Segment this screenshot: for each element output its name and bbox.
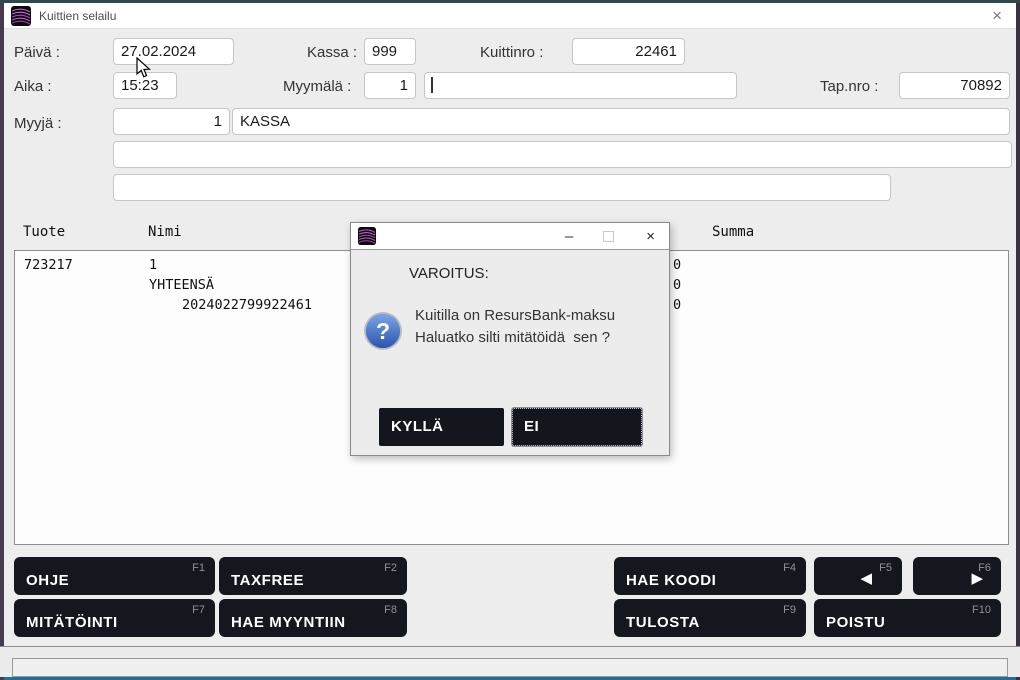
hae-myyntiin-button[interactable]: HAE MYYNTIIN F8 <box>219 599 407 637</box>
text-caret <box>431 77 433 93</box>
cell-summa-partial: 0 <box>673 277 682 293</box>
fkey-label: F1 <box>192 562 205 574</box>
button-label: POISTU <box>826 614 886 631</box>
fkey-label: F4 <box>783 562 796 574</box>
kylla-button[interactable]: KYLLÄ <box>379 408 504 446</box>
close-icon[interactable]: × <box>646 228 655 245</box>
button-label: HAE MYYNTIIN <box>231 614 346 631</box>
window-title: Kuittien selailu <box>39 8 117 23</box>
myyja-name-field[interactable]: KASSA <box>232 108 1010 135</box>
close-icon[interactable]: × <box>992 7 1002 24</box>
button-label: MITÄTÖINTI <box>26 614 118 631</box>
myymala-number-field[interactable]: 1 <box>364 72 416 99</box>
paiva-field[interactable]: 27.02.2024 <box>113 38 234 65</box>
app-logo-icon <box>11 5 31 26</box>
kassa-label: Kassa : <box>307 44 358 61</box>
paiva-label: Päivä : <box>14 44 60 61</box>
svg-text:?: ? <box>376 318 390 344</box>
cell-receipt-code: 2024022799922461 <box>182 297 313 313</box>
cell-nimi: YHTEENSÄ <box>149 277 215 293</box>
status-message-box <box>12 658 1008 677</box>
column-header-nimi: Nimi <box>148 224 182 240</box>
maximize-icon <box>603 230 615 242</box>
dialog-titlebar: – × <box>351 223 669 250</box>
mitatointi-button[interactable]: MITÄTÖINTI F7 <box>14 599 215 637</box>
kuittinro-label: Kuittinro : <box>480 44 544 61</box>
ohje-button[interactable]: OHJE F1 <box>14 557 215 595</box>
kuittinro-field[interactable]: 22461 <box>572 38 685 65</box>
kassa-field[interactable]: 999 <box>364 38 416 65</box>
cell-nimi: 1 <box>149 257 158 273</box>
cell-tuote: 723217 <box>24 257 73 273</box>
hae-koodi-button[interactable]: HAE KOODI F4 <box>614 557 806 595</box>
app-logo-icon <box>358 227 376 245</box>
tulosta-button[interactable]: TULOSTA F9 <box>614 599 806 637</box>
ei-button[interactable]: EI <box>512 408 642 446</box>
fkey-label: F5 <box>879 562 892 574</box>
myyja-number-field[interactable]: 1 <box>113 108 230 135</box>
fkey-label: F2 <box>384 562 397 574</box>
tapnro-label: Tap.nro : <box>820 78 879 95</box>
fkey-label: F8 <box>384 604 397 616</box>
myymala-name-field[interactable] <box>424 72 737 99</box>
question-icon: ? <box>364 312 402 350</box>
button-label: OHJE <box>26 572 70 589</box>
extra-field-2[interactable] <box>113 174 891 201</box>
fkey-label: F9 <box>783 604 796 616</box>
app-window: Kuittien selailu × Päivä : 27.02.2024 Ka… <box>0 0 1020 680</box>
left-arrow-icon: ◀ <box>860 570 872 587</box>
minimize-icon[interactable]: – <box>565 228 573 245</box>
dialog-message-line2: Haluatko silti mitätöidä sen ? <box>415 329 611 346</box>
cell-summa-partial: 0 <box>673 297 682 313</box>
poistu-button[interactable]: POISTU F10 <box>814 599 1001 637</box>
button-label: TAXFREE <box>231 572 305 589</box>
myymala-label: Myymälä : <box>283 78 352 95</box>
button-label: TULOSTA <box>626 614 700 631</box>
column-header-summa: Summa <box>712 224 755 240</box>
status-bar <box>0 646 1020 677</box>
titlebar: Kuittien selailu × <box>4 3 1016 29</box>
extra-field-1[interactable] <box>113 141 1012 168</box>
aika-label: Aika : <box>14 78 52 95</box>
next-receipt-button[interactable]: ▶ F6 <box>913 557 1001 595</box>
fkey-label: F7 <box>192 604 205 616</box>
fkey-label: F6 <box>978 562 991 574</box>
mouse-cursor <box>136 57 151 78</box>
dialog-message-line1: Kuitilla on ResursBank-maksu <box>415 307 616 324</box>
fkey-label: F10 <box>972 604 991 616</box>
dialog-heading: VAROITUS: <box>409 265 489 282</box>
taxfree-button[interactable]: TAXFREE F2 <box>219 557 407 595</box>
cell-summa-partial: 0 <box>673 257 682 273</box>
column-header-tuote: Tuote <box>23 224 66 240</box>
myyja-label: Myyjä : <box>14 115 62 132</box>
previous-receipt-button[interactable]: ◀ F5 <box>814 557 902 595</box>
button-label: HAE KOODI <box>626 572 717 589</box>
warning-dialog: – × VAROITUS: ? Kuitilla on ResursBank-m… <box>350 222 670 456</box>
tapnro-field[interactable]: 70892 <box>899 72 1010 99</box>
